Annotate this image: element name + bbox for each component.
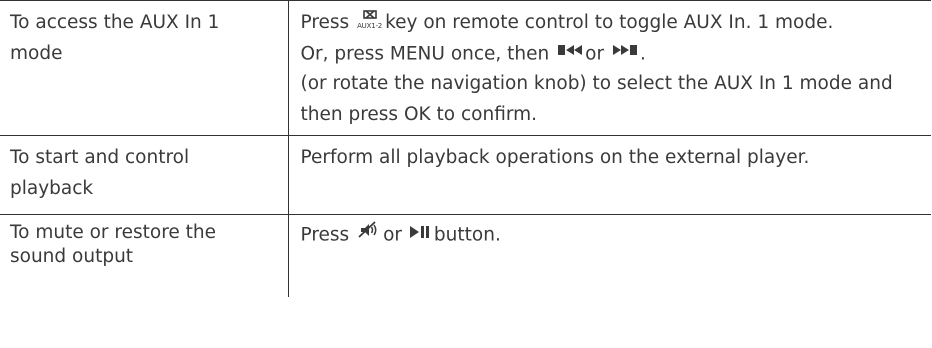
action-text: To start and control playback	[10, 147, 190, 199]
table-row: To access the AUX In 1 mode Press AUX1-2…	[0, 0, 931, 136]
skip-next-icon	[612, 37, 637, 68]
skip-previous-icon	[558, 37, 583, 68]
line3-text: (or rotate the navigation knob) to selec…	[300, 73, 893, 125]
action-text: To mute or restore the sound output	[10, 222, 217, 268]
action-cell: To access the AUX In 1 mode	[0, 0, 289, 136]
action-cell: To start and control playback	[0, 135, 289, 215]
mute-icon	[357, 221, 379, 246]
line2-prefix: Or, press MENU once, then	[300, 42, 550, 64]
description-text: Perform all playback operations on the e…	[300, 147, 810, 169]
action-cell: To mute or restore the sound output	[0, 214, 289, 297]
or-text: or	[383, 224, 403, 246]
action-text: To access the AUX In 1 mode	[10, 12, 220, 64]
press-text: Press	[300, 224, 350, 246]
description-cell: Perform all playback operations on the e…	[288, 135, 931, 215]
instructions-table: To access the AUX In 1 mode Press AUX1-2…	[0, 0, 931, 297]
play-pause-icon	[409, 222, 430, 246]
button-suffix: button.	[433, 224, 501, 246]
table-row: To mute or restore the sound output Pres…	[0, 214, 931, 297]
line2-or: or	[585, 42, 605, 64]
line1-text: key on remote control to toggle AUX In. …	[385, 12, 834, 33]
description-cell: Press or button.	[288, 214, 931, 297]
aux-icon-label: AUX1-2	[357, 22, 383, 30]
line2-end: .	[639, 42, 646, 64]
table-row: To start and control playback Perform al…	[0, 135, 931, 215]
description-cell: Press AUX1-2 key on remote control to to…	[288, 0, 931, 136]
aux-source-icon: AUX1-2	[357, 9, 383, 31]
press-text: Press	[300, 12, 350, 33]
